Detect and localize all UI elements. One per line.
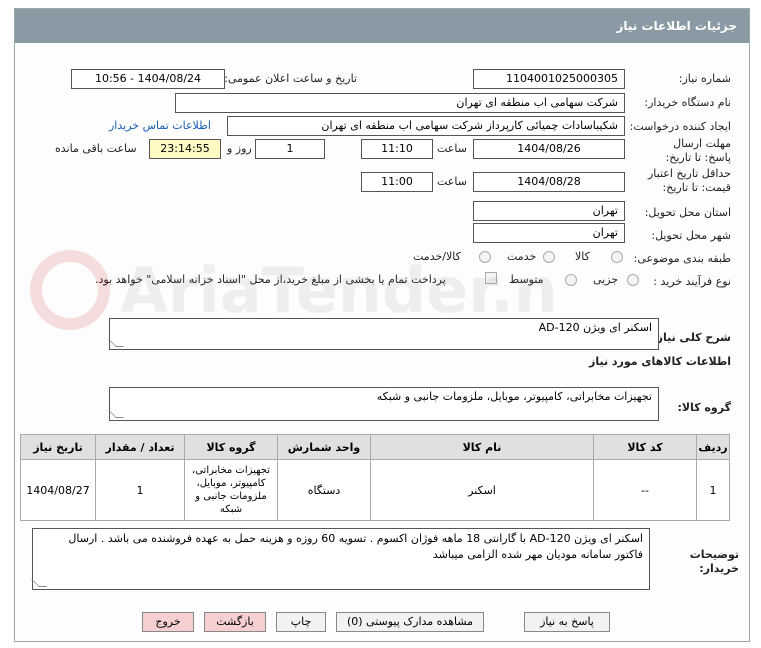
print-button[interactable]: چاپ: [276, 612, 326, 632]
purchase-option-minor: جزیی: [593, 273, 619, 286]
announce-datetime-field: 1404/08/24 - 10:56: [71, 69, 225, 89]
col-name: نام کالا: [370, 434, 594, 460]
treasury-checkbox[interactable]: [485, 272, 497, 284]
days-label: روز و: [227, 142, 252, 155]
province-label: استان محل تحویل:: [644, 206, 731, 219]
category-option-goods: کالا: [575, 250, 590, 263]
price-validity-label: حداقل تاریخ اعتبار قیمت: تا تاریخ:: [647, 167, 731, 194]
category-radio-both[interactable]: [479, 251, 491, 263]
category-radio-service[interactable]: [543, 251, 555, 263]
requester-field: شکیباسادات چمیائی کارپرداز شرکت سهامی اب…: [227, 116, 625, 136]
purchase-option-medium: متوسط: [509, 273, 544, 286]
validity-hour-label: ساعت: [437, 175, 467, 188]
summary-label: شرح کلی نیاز:: [652, 331, 731, 344]
buyer-notes-label: توضیحات خریدار:: [689, 548, 739, 575]
col-row-no: ردیف: [696, 434, 730, 460]
category-radio-goods[interactable]: [611, 251, 623, 263]
col-code: کد کالا: [593, 434, 697, 460]
cell-unit: دستگاه: [277, 459, 371, 521]
resize-grip-icon[interactable]: [31, 579, 47, 587]
cell-row-no: 1: [696, 459, 730, 521]
city-label: شهر محل تحویل:: [651, 229, 731, 242]
col-unit: واحد شمارش: [277, 434, 371, 460]
cell-qty: 1: [95, 459, 185, 521]
goods-group-field: تجهیزات مخابراتی، کامپیوتر، موبایل، ملزو…: [108, 387, 659, 421]
reply-button[interactable]: پاسخ به نیاز: [524, 612, 610, 632]
goods-info-title: اطلاعات کالاهای مورد نیاز: [589, 355, 731, 368]
buyer-notes-text: اسکنر ای ویژن AD-120 با گارانتی 18 ماهه …: [68, 532, 643, 561]
col-qty: تعداد / مقدار: [95, 434, 185, 460]
province-field: تهران: [473, 201, 625, 221]
col-need-date: تاریخ نیاز: [20, 434, 96, 460]
resize-grip-icon[interactable]: [108, 339, 124, 347]
buyer-notes-field: اسکنر ای ویژن AD-120 با گارانتی 18 ماهه …: [31, 528, 650, 590]
attachments-button[interactable]: مشاهده مدارک پیوستی (0): [336, 612, 484, 632]
category-option-service: خدمت: [507, 250, 537, 263]
exit-button[interactable]: خروج: [142, 612, 194, 632]
days-field: 1: [255, 139, 325, 159]
cell-name: اسکنر: [370, 459, 594, 521]
cell-code: --: [593, 459, 697, 521]
page-title: جزئیات اطلاعات نیاز: [15, 9, 749, 43]
need-number-field: 1104001025000305: [473, 69, 625, 89]
cell-group: تجهیزات مخابراتی، کامپیوتر، موبایل، ملزو…: [184, 459, 278, 521]
requester-label: ایجاد کننده درخواست:: [629, 120, 731, 133]
purchase-radio-minor[interactable]: [627, 274, 639, 286]
purchase-type-label: نوع فرآیند خرید :: [653, 275, 731, 288]
reply-hour-field: 11:10: [361, 139, 433, 159]
cell-need-date: 1404/08/27: [20, 459, 96, 521]
treasury-note: پرداخت تمام یا بخشی از مبلغ خرید،از محل …: [95, 273, 446, 286]
buyer-org-field: شرکت سهامی اب منطقه ای تهران: [175, 93, 625, 113]
summary-field: اسکنر ای ویژن AD-120: [108, 318, 659, 350]
summary-text: اسکنر ای ویژن AD-120: [538, 321, 652, 334]
validity-hour-field: 11:00: [361, 172, 433, 192]
announce-datetime-label: تاریخ و ساعت اعلان عمومی:: [224, 72, 357, 85]
items-table: ردیف کد کالا نام کالا واحد شمارش گروه کا…: [20, 434, 730, 521]
goods-group-text: تجهیزات مخابراتی، کامپیوتر، موبایل، ملزو…: [376, 390, 652, 403]
city-field: تهران: [473, 223, 625, 243]
resize-grip-icon[interactable]: [108, 410, 124, 418]
reply-deadline-label: مهلت ارسال پاسخ: تا تاریخ:: [665, 137, 731, 164]
contact-buyer-link[interactable]: اطلاعات تماس خریدار: [109, 119, 211, 132]
validity-date-field: 1404/08/28: [473, 172, 625, 192]
category-option-both: کالا/خدمت: [413, 250, 461, 263]
reply-date-field: 1404/08/26: [473, 139, 625, 159]
category-label: طبقه بندی موضوعی:: [633, 252, 731, 265]
buyer-org-label: نام دستگاه خریدار:: [644, 96, 731, 109]
back-button[interactable]: بازگشت: [204, 612, 266, 632]
remaining-time-field: 23:14:55: [149, 139, 221, 159]
table-row: 1 -- اسکنر دستگاه تجهیزات مخابراتی، کامپ…: [20, 459, 730, 521]
goods-group-label: گروه کالا:: [677, 401, 731, 414]
need-number-label: شماره نیاز:: [678, 72, 731, 85]
remaining-label: ساعت باقی مانده: [55, 142, 137, 155]
purchase-radio-medium[interactable]: [565, 274, 577, 286]
reply-hour-label: ساعت: [437, 142, 467, 155]
table-header-row: ردیف کد کالا نام کالا واحد شمارش گروه کا…: [20, 434, 730, 460]
col-group: گروه کالا: [184, 434, 278, 460]
